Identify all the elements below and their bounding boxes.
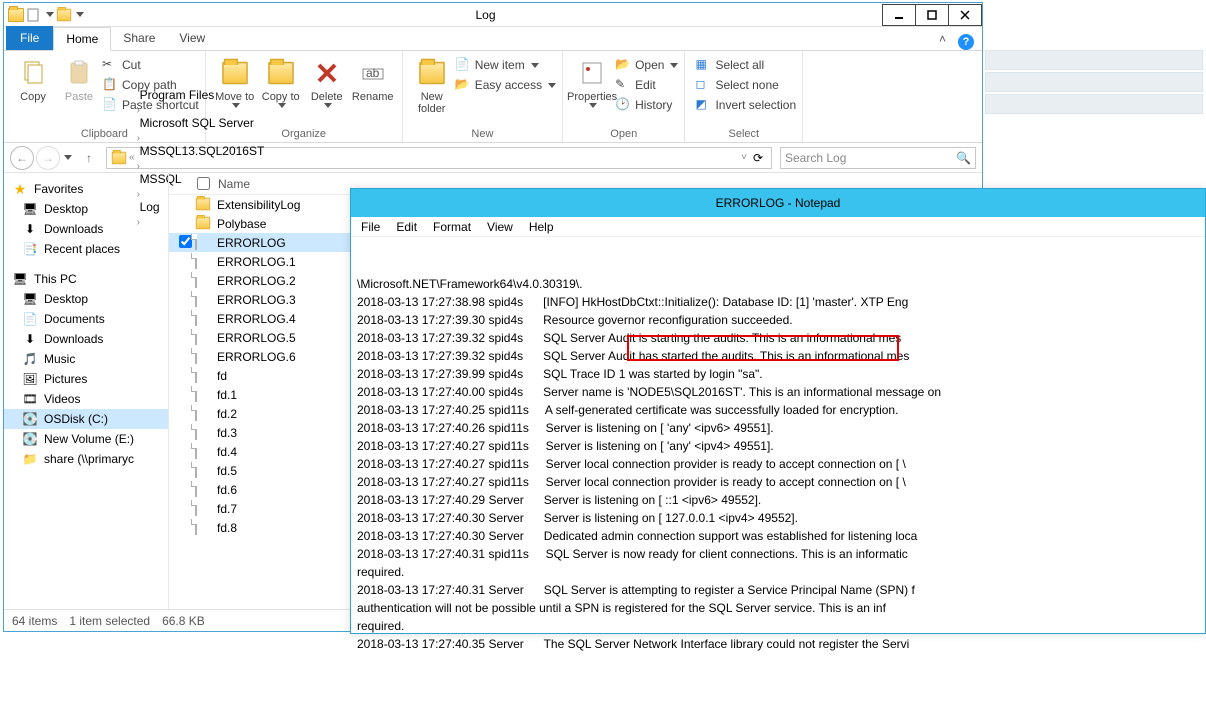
group-label-open: Open [563,128,684,142]
notepad-title[interactable]: ERRORLOG - Notepad [351,189,1205,217]
breadcrumb-segment[interactable]: Program Files [137,88,268,102]
open-button[interactable]: 📂Open [615,57,678,73]
new-folder-button[interactable]: New folder [409,55,455,115]
nav-item[interactable]: 📄Documents [4,309,168,329]
menu-view[interactable]: View [481,219,519,235]
notepad-window: ERRORLOG - Notepad File Edit Format View… [350,188,1206,634]
tab-share[interactable]: Share [111,26,167,50]
easy-access-button[interactable]: 📂Easy access [455,77,556,93]
minimize-button[interactable] [882,4,916,26]
menu-edit[interactable]: Edit [390,219,423,235]
maximize-button[interactable] [915,4,949,26]
background-rows [985,50,1203,120]
address-folder-icon [112,151,126,164]
menu-format[interactable]: Format [427,219,477,235]
qat-properties-icon[interactable] [26,7,42,23]
address-dropdown-icon[interactable]: ˅ [741,152,747,163]
tab-view[interactable]: View [167,26,217,50]
close-button[interactable] [948,4,982,26]
select-all-button[interactable]: ▦Select all [695,57,796,73]
cut-button[interactable]: ✂Cut [102,57,199,73]
nav-item[interactable]: 💽New Volume (E:) [4,429,168,449]
notepad-text[interactable]: \Microsoft.NET\Framework64\v4.0.30319\. … [351,237,1205,709]
nav-item[interactable]: ⬇Downloads [4,329,168,349]
rename-button[interactable]: abRename [350,55,396,103]
status-count: 64 items [12,614,57,628]
nav-item[interactable]: 📑Recent places [4,239,168,259]
breadcrumb-segment[interactable]: MSSQL13.SQL2016ST [137,144,268,158]
nav-pane[interactable]: ★Favorites 🖥Desktop⬇Downloads📑Recent pla… [4,173,169,609]
status-size: 66.8 KB [162,614,205,628]
up-button[interactable]: ↑ [78,147,100,169]
nav-this-pc[interactable]: 🖥This PC [4,269,168,289]
nav-item[interactable]: 🖥Desktop [4,199,168,219]
select-none-button[interactable]: ◻Select none [695,77,796,93]
refresh-button[interactable]: ⟳ [749,151,767,165]
app-icon [8,8,24,22]
search-input[interactable]: Search Log 🔍 [780,147,976,169]
group-label-select: Select [685,128,802,142]
address-bar-row: ← → ↑ « Program Files›Microsoft SQL Serv… [4,143,982,173]
ribbon-tabs: File Home Share View ˄ ? [4,27,982,51]
status-selected: 1 item selected [69,614,150,628]
window-title: Log [88,8,883,22]
menu-file[interactable]: File [355,219,386,235]
paste-button[interactable]: Paste [56,55,102,103]
nav-favorites[interactable]: ★Favorites [4,179,168,199]
search-icon: 🔍 [956,151,971,165]
tab-file[interactable]: File [6,26,53,50]
back-button[interactable]: ← [10,146,34,170]
history-dropdown-icon[interactable] [64,155,72,160]
svg-text:ab: ab [366,66,380,80]
invert-selection-button[interactable]: ◩Invert selection [695,97,796,113]
forward-button[interactable]: → [36,146,60,170]
titlebar[interactable]: Log [4,3,982,27]
properties-button[interactable]: Properties [569,55,615,108]
nav-item[interactable]: 🎵Music [4,349,168,369]
history-button[interactable]: 🕑History [615,97,678,113]
delete-button[interactable]: Delete [304,55,350,108]
tab-home[interactable]: Home [53,27,111,51]
group-label-new: New [403,128,562,142]
edit-button[interactable]: ✎Edit [615,77,678,93]
nav-item[interactable]: ⬇Downloads [4,219,168,239]
qat-dropdown-icon[interactable] [46,12,54,17]
breadcrumb-segment[interactable]: Microsoft SQL Server [137,116,268,130]
ribbon-collapse-button[interactable]: ˄ [931,28,954,50]
nav-item[interactable]: 🎞Videos [4,389,168,409]
qat-caret-icon[interactable] [76,12,84,17]
nav-item[interactable]: 🖼Pictures [4,369,168,389]
notepad-menu: File Edit Format View Help [351,217,1205,237]
nav-item[interactable]: 💽OSDisk (C:) [4,409,168,429]
new-item-button[interactable]: 📄New item [455,57,556,73]
help-icon[interactable]: ? [958,34,974,50]
nav-item[interactable]: 🖥Desktop [4,289,168,309]
nav-item[interactable]: 📁share (\\primaryc [4,449,168,469]
qat-newfolder-icon[interactable] [57,8,71,21]
address-bar[interactable]: « Program Files›Microsoft SQL Server›MSS… [106,147,772,169]
copy-button[interactable]: Copy [10,55,56,103]
menu-help[interactable]: Help [523,219,560,235]
